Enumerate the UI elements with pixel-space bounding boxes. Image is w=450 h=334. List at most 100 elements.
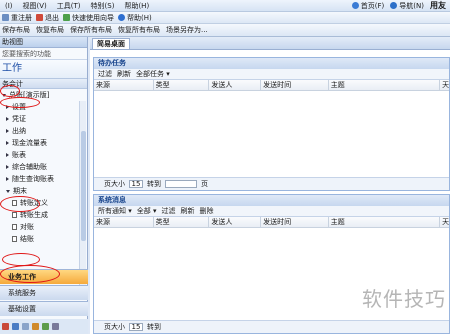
todo-filter-button[interactable]: 过滤: [98, 69, 112, 79]
save-scene-as-button[interactable]: 场景另存为...: [166, 25, 208, 35]
home-icon: [351, 2, 359, 9]
tree-node-reconcile[interactable]: 对账: [0, 221, 80, 233]
column-header[interactable]: 发送人: [209, 80, 262, 90]
chevron-right-icon: [6, 165, 9, 169]
all-notices-dropdown[interactable]: 所有通知 ▾: [98, 206, 132, 216]
function-search-input[interactable]: 您要搜索的功能: [0, 48, 87, 60]
page-label: 页: [201, 180, 208, 188]
watermark-text: 软件技巧: [362, 287, 446, 311]
column-header[interactable]: 来源: [94, 217, 154, 227]
annotation-oval: [2, 253, 40, 266]
category-basic[interactable]: 基础设置: [0, 301, 88, 316]
exit-button[interactable]: 退出: [36, 13, 59, 23]
column-header[interactable]: 主题: [329, 80, 441, 90]
document-icon: [12, 236, 17, 242]
page-size-input[interactable]: 15: [129, 323, 143, 331]
restore-layout-button[interactable]: 恢复布局: [36, 25, 64, 35]
column-header[interactable]: 来源: [94, 80, 154, 90]
left-panel-header: 助视图: [0, 37, 87, 48]
tree-node-reports[interactable]: 账表: [0, 149, 80, 161]
reregister-label: 重注册: [11, 13, 32, 22]
column-header[interactable]: 类型: [154, 80, 210, 90]
brand-label: 用友: [430, 1, 446, 10]
nav-link[interactable]: 导航(N): [390, 1, 424, 11]
column-label: 来源: [96, 218, 110, 226]
tree-node-query[interactable]: 随生查询账表: [0, 173, 80, 185]
restore-all-layout-button[interactable]: 恢复所有布局: [118, 25, 160, 35]
column-label: 主题: [330, 81, 345, 89]
home-link[interactable]: 首页(F): [351, 1, 385, 11]
tool-icon-5[interactable]: [42, 323, 49, 330]
todo-all-tasks-dropdown[interactable]: 全部任务 ▾: [136, 69, 170, 79]
scrollbar-thumb[interactable]: [81, 131, 86, 241]
exit-icon: [36, 14, 43, 21]
tool-icon-6[interactable]: [52, 323, 59, 330]
chevron-right-icon: [6, 153, 9, 157]
help-button[interactable]: 帮助(H): [118, 13, 152, 23]
all-dropdown[interactable]: 全部 ▾: [137, 206, 157, 216]
document-icon: [12, 224, 17, 230]
column-header[interactable]: 天: [440, 217, 449, 227]
reregister-button[interactable]: 重注册: [2, 13, 32, 23]
toolbar-main: 重注册 退出 快速使用向导 帮助(H): [0, 12, 450, 24]
tree-node-cashflow[interactable]: 现金流量表: [0, 137, 80, 149]
todo-table-header: 来源 类型 发送人 发送时间 主题 天: [94, 80, 449, 91]
messages-filter-button[interactable]: 过滤: [162, 206, 176, 216]
nav-scrollbar[interactable]: [79, 101, 86, 295]
messages-table-header: 来源 类型 发送人 发送时间 主题 天: [94, 217, 449, 228]
messages-panel-title: 系统消息: [94, 195, 449, 206]
chevron-right-icon: [6, 117, 9, 121]
todo-toolbar: 过滤 刷新 全部任务 ▾: [94, 69, 449, 80]
wizard-icon: [63, 14, 70, 21]
page-size-input[interactable]: 15: [129, 180, 143, 188]
column-header[interactable]: 类型: [154, 217, 210, 227]
save-all-layout-button[interactable]: 保存所有布局: [70, 25, 112, 35]
tool-icon-1[interactable]: [2, 323, 9, 330]
chevron-right-icon: [6, 129, 9, 133]
save-layout-button[interactable]: 保存布局: [2, 25, 30, 35]
page-size-label: 页大小: [104, 180, 125, 188]
messages-panel: 系统消息 所有通知 ▾ 全部 ▾ 过滤 刷新 删除 来源 类型 发送人 发送时间…: [93, 194, 450, 334]
column-header[interactable]: 发送时间: [261, 217, 329, 227]
column-label: 类型: [155, 81, 170, 89]
todo-refresh-button[interactable]: 刷新: [117, 69, 131, 79]
toolbar-layout: 保存布局 恢复布局 保存所有布局 恢复所有布局 场景另存为...: [0, 24, 450, 37]
messages-refresh-button[interactable]: 刷新: [181, 206, 195, 216]
todo-pager: 页大小 15 转到 页: [94, 177, 449, 190]
chevron-right-icon: [6, 177, 9, 181]
tree-node-close[interactable]: 结账: [0, 233, 80, 245]
menu-item-special[interactable]: 特别(S): [86, 1, 120, 11]
tool-icon-3[interactable]: [22, 323, 29, 330]
quick-wizard-button[interactable]: 快速使用向导: [63, 13, 114, 23]
messages-toolbar: 所有通知 ▾ 全部 ▾ 过滤 刷新 删除: [94, 206, 449, 217]
tool-icon-4[interactable]: [32, 323, 39, 330]
annotation-oval: [0, 265, 60, 283]
column-header[interactable]: 主题: [329, 217, 441, 227]
menu-item-help[interactable]: 帮助(H): [119, 1, 154, 11]
exit-label: 退出: [45, 13, 59, 22]
tree-label: 现金流量表: [12, 139, 47, 147]
menu-item-view[interactable]: 视图(V): [18, 1, 52, 11]
column-header[interactable]: 发送人: [209, 217, 262, 227]
goto-label: 转到: [147, 180, 161, 188]
tool-icon-2[interactable]: [12, 323, 19, 330]
tree-node-period-end[interactable]: 期末: [0, 185, 80, 197]
column-label: 发送人: [211, 218, 233, 226]
menu-item-tools[interactable]: 工具(T): [52, 1, 86, 11]
tree-node-cashier[interactable]: 出纳: [0, 125, 80, 137]
tab-simple-desktop[interactable]: 简易桌面: [92, 38, 130, 49]
page-select[interactable]: [165, 180, 197, 188]
category-system[interactable]: 系统服务: [0, 285, 88, 300]
column-header[interactable]: 天: [440, 80, 449, 90]
menu-item-1[interactable]: (I): [0, 2, 18, 10]
column-label: 天: [442, 81, 450, 89]
tree-node-voucher[interactable]: 凭证: [0, 113, 80, 125]
home-label: 首页(F): [360, 1, 385, 10]
chevron-down-icon: [6, 189, 10, 193]
column-header[interactable]: 发送时间: [261, 80, 329, 90]
tree-node-aux[interactable]: 综合辅助账: [0, 161, 80, 173]
page-size-label: 页大小: [104, 323, 125, 331]
left-bottom-toolbar: [0, 319, 88, 334]
messages-delete-button[interactable]: 删除: [200, 206, 214, 216]
goto-label: 转到: [147, 323, 161, 331]
